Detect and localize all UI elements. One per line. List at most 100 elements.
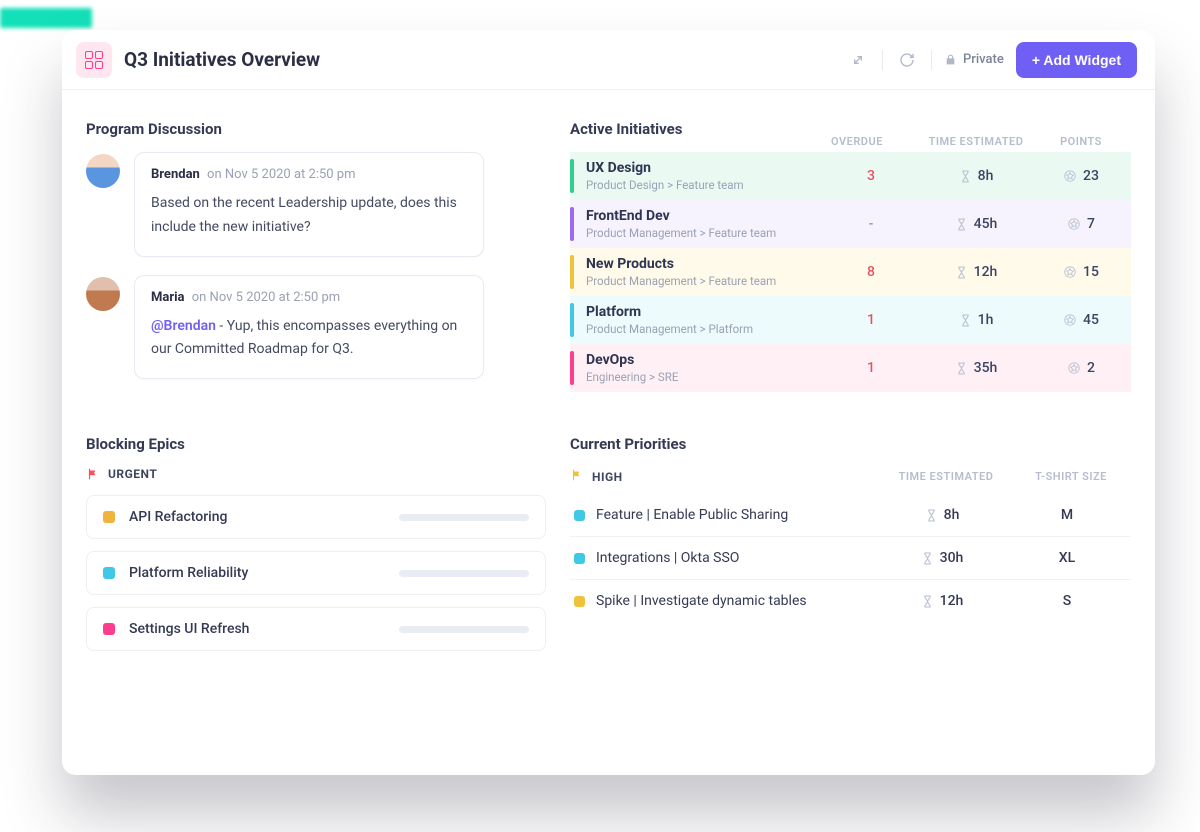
app-window: Q3 Initiatives Overview Private + Add Wi… [62,30,1155,775]
initiative-row[interactable]: DevOps Engineering > SRE 1 35h 2 [570,344,1131,392]
initiative-path: Product Design > Feature team [586,178,831,192]
progress-bar [399,514,529,521]
initiative-points: 15 [1041,264,1121,280]
priority-size: M [1007,507,1127,523]
add-widget-button[interactable]: + Add Widget [1016,42,1137,78]
initiative-name: Platform [586,304,831,320]
epic-color-dot [103,567,115,579]
progress-bar [399,570,529,577]
expand-icon[interactable] [846,48,870,72]
initiative-name: FrontEnd Dev [586,208,831,224]
initiative-name: New Products [586,256,831,272]
initiative-row[interactable]: UX Design Product Design > Feature team … [570,152,1131,200]
comment-bubble[interactable]: Maria on Nov 5 2020 at 2:50 pm @Brendan … [134,275,484,380]
hourglass-icon [959,170,972,183]
priority-size: S [1007,593,1127,609]
privacy-indicator[interactable]: Private [944,52,1004,67]
star-icon [1067,217,1081,231]
priority-name: Spike | Investigate dynamic tables [596,593,877,609]
comment-author: Brendan [151,167,200,182]
priority-color-dot [574,553,585,564]
initiative-row[interactable]: Platform Product Management > Platform 1… [570,296,1131,344]
initiative-path: Engineering > SRE [586,370,831,384]
comment-timestamp: on Nov 5 2020 at 2:50 pm [207,167,355,182]
epic-color-dot [103,623,115,635]
epic-name: Settings UI Refresh [129,621,385,637]
initiative-overdue: 3 [831,168,911,184]
initiative-name: UX Design [586,160,831,176]
hourglass-icon [925,509,938,522]
page-title: Q3 Initiatives Overview [124,48,320,71]
epic-row[interactable]: Platform Reliability [86,551,546,595]
initiative-overdue: 8 [831,264,911,280]
priority-time: 12h [877,593,1007,609]
priority-row[interactable]: Feature | Enable Public Sharing 8h M [570,494,1131,537]
progress-bar [399,626,529,633]
current-priorities-widget: Current Priorities HIGH TIME ESTIMATED T… [570,435,1131,663]
privacy-label: Private [963,52,1004,67]
epic-color-dot [103,511,115,523]
dashboard-icon [85,51,103,69]
column-header-size: T-SHIRT SIZE [1011,470,1131,483]
refresh-icon[interactable] [895,48,919,72]
initiative-time: 45h [911,216,1041,232]
priority-size: XL [1007,550,1127,566]
background-accent [0,8,92,28]
priority-flag-row: URGENT [86,467,546,481]
hourglass-icon [955,218,968,231]
initiative-time: 12h [911,264,1041,280]
comment-timestamp: on Nov 5 2020 at 2:50 pm [192,290,340,305]
initiative-time: 8h [911,168,1041,184]
initiative-points: 45 [1041,312,1121,328]
epic-row[interactable]: Settings UI Refresh [86,607,546,651]
initiatives-list: UX Design Product Design > Feature team … [570,152,1131,392]
priority-row[interactable]: Integrations | Okta SSO 30h XL [570,537,1131,580]
divider [882,50,883,70]
comment-body: @Brendan - Yup, this encompasses everyth… [151,315,467,363]
priority-flag-row: HIGH [570,467,881,486]
divider [931,50,932,70]
initiative-row[interactable]: FrontEnd Dev Product Management > Featur… [570,200,1131,248]
avatar [86,277,120,311]
comment-meta: Brendan on Nov 5 2020 at 2:50 pm [151,167,467,182]
priority-row[interactable]: Spike | Investigate dynamic tables 12h S [570,580,1131,622]
widget-title: Active Initiatives [570,120,831,138]
flag-icon [570,467,584,486]
program-discussion-widget: Program Discussion Brendan on Nov 5 2020… [86,120,546,397]
comment-bubble[interactable]: Brendan on Nov 5 2020 at 2:50 pm Based o… [134,152,484,257]
initiative-overdue: - [831,216,911,232]
initiative-overdue: 1 [831,360,911,376]
content-grid: Program Discussion Brendan on Nov 5 2020… [62,90,1155,775]
initiative-points: 2 [1041,360,1121,376]
epic-name: Platform Reliability [129,565,385,581]
initiative-points: 23 [1041,168,1121,184]
priorities-list: Feature | Enable Public Sharing 8h M Int… [570,494,1131,622]
priority-color-dot [574,596,585,607]
discussion-post: Brendan on Nov 5 2020 at 2:50 pm Based o… [86,152,546,257]
avatar [86,154,120,188]
initiative-name: DevOps [586,352,831,368]
priority-name: Integrations | Okta SSO [596,550,877,566]
flag-label: HIGH [592,470,623,484]
star-icon [1063,313,1077,327]
priority-time: 8h [877,507,1007,523]
topbar: Q3 Initiatives Overview Private + Add Wi… [62,30,1155,90]
initiative-row[interactable]: New Products Product Management > Featur… [570,248,1131,296]
epic-row[interactable]: API Refactoring [86,495,546,539]
hourglass-icon [921,595,934,608]
epics-list: API Refactoring Platform Reliability Set… [86,495,546,651]
hourglass-icon [921,552,934,565]
epic-name: API Refactoring [129,509,385,525]
mention-link[interactable]: @Brendan [151,318,216,334]
comment-meta: Maria on Nov 5 2020 at 2:50 pm [151,290,467,305]
widget-title: Program Discussion [86,120,546,138]
flag-label: URGENT [108,467,157,481]
hourglass-icon [959,314,972,327]
star-icon [1063,169,1077,183]
initiative-time: 1h [911,312,1041,328]
initiative-path: Product Management > Feature team [586,274,831,288]
blocking-epics-widget: Blocking Epics URGENT API Refactoring Pl… [86,435,546,663]
priority-name: Feature | Enable Public Sharing [596,507,877,523]
initiative-path: Product Management > Feature team [586,226,831,240]
comment-author: Maria [151,290,185,305]
